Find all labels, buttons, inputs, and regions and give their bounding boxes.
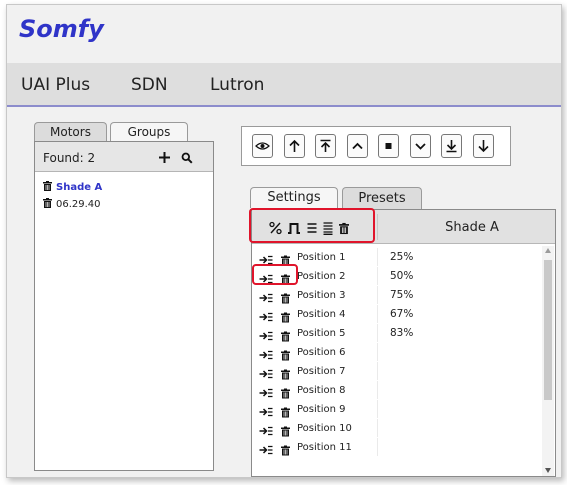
go-to-position-icon[interactable] — [259, 441, 273, 460]
column-divider — [377, 362, 378, 380]
position-name: Position 6 — [297, 347, 346, 358]
column-divider — [377, 305, 378, 323]
column-divider — [377, 438, 378, 456]
column-divider — [377, 400, 378, 418]
jog-up-button[interactable] — [347, 134, 368, 158]
trash-icon[interactable] — [339, 220, 349, 239]
column-divider — [377, 267, 378, 285]
pulse-icon[interactable] — [287, 220, 301, 239]
position-name: Position 5 — [297, 328, 346, 339]
align-icon[interactable] — [323, 220, 333, 239]
header-divider — [377, 214, 378, 240]
up-button[interactable] — [284, 134, 305, 158]
search-icon[interactable] — [181, 149, 193, 168]
tab-motors[interactable]: Motors — [34, 122, 107, 141]
position-value[interactable]: 75% — [390, 289, 413, 301]
eye-button[interactable] — [252, 134, 273, 158]
grid-scrollbar[interactable] — [542, 246, 554, 476]
title-bar: Somfy — [7, 5, 561, 63]
table-row[interactable]: Position 6 — [252, 343, 542, 361]
trash-icon[interactable] — [43, 198, 52, 208]
motor-item-06-29-40[interactable]: 06.29.40 — [43, 198, 101, 210]
nav-sdn[interactable]: SDN — [131, 75, 168, 95]
trash-icon[interactable] — [281, 441, 290, 460]
position-value[interactable]: 83% — [390, 327, 413, 339]
up-to-top-button[interactable] — [315, 134, 336, 158]
main-nav: UAI Plus SDN Lutron — [7, 63, 561, 107]
table-row[interactable]: Position 3 75% — [252, 286, 542, 304]
position-name: Position 3 — [297, 290, 346, 301]
found-bar: Found: 2 — [35, 142, 213, 172]
down-button[interactable] — [473, 134, 494, 158]
grid-header-title: Shade A — [445, 220, 499, 235]
position-name: Position 2 — [297, 271, 346, 282]
nav-uai-plus[interactable]: UAI Plus — [21, 75, 90, 95]
table-row[interactable]: Position 1 25% — [252, 248, 542, 266]
column-divider — [377, 419, 378, 437]
table-row[interactable]: Position 11 — [252, 438, 542, 456]
position-name: Position 11 — [297, 442, 352, 453]
column-divider — [377, 248, 378, 266]
table-row[interactable]: Position 7 — [252, 362, 542, 380]
tab-presets[interactable]: Presets — [342, 187, 422, 209]
position-value[interactable]: 50% — [390, 270, 413, 282]
position-value[interactable]: 67% — [390, 308, 413, 320]
arrow-up-icon — [289, 139, 300, 152]
brand-logo: Somfy — [19, 15, 104, 43]
nav-lutron[interactable]: Lutron — [210, 75, 264, 95]
table-row[interactable]: Position 8 — [252, 381, 542, 399]
motor-item-shade-a[interactable]: Shade A — [43, 181, 102, 193]
tab-groups[interactable]: Groups — [110, 122, 188, 141]
table-row[interactable]: Position 9 — [252, 400, 542, 418]
motor-control-toolbar — [241, 126, 511, 166]
column-divider — [377, 381, 378, 399]
position-name: Position 1 — [297, 252, 346, 263]
table-row[interactable]: Position 2 50% — [252, 267, 542, 285]
tab-settings[interactable]: Settings — [250, 187, 338, 208]
arrow-to-top-icon — [320, 139, 331, 152]
stop-icon — [385, 143, 392, 149]
arrow-to-bottom-icon — [446, 140, 457, 153]
app-window: Somfy UAI Plus SDN Lutron Motors Groups … — [6, 4, 562, 478]
chevron-down-icon — [415, 143, 426, 150]
motor-label: 06.29.40 — [56, 199, 101, 210]
table-row[interactable]: Position 10 — [252, 419, 542, 437]
grid-header: Shade A — [252, 210, 555, 244]
motor-label: Shade A — [56, 182, 103, 193]
table-row[interactable]: Position 5 83% — [252, 324, 542, 342]
jog-down-button[interactable] — [410, 134, 431, 158]
stop-button[interactable] — [378, 134, 399, 158]
table-row[interactable]: Position 4 67% — [252, 305, 542, 323]
chevron-up-icon — [352, 142, 363, 150]
found-count: Found: 2 — [43, 151, 96, 165]
position-name: Position 7 — [297, 366, 346, 377]
motor-list-panel: Found: 2 Shade A 06.29.40 — [34, 141, 214, 471]
column-divider — [377, 324, 378, 342]
presets-grid: Shade A Position 1 25% Position 2 50% Positi… — [251, 209, 556, 477]
scrollbar-thumb[interactable] — [544, 260, 552, 400]
position-name: Position 9 — [297, 404, 346, 415]
trash-icon[interactable] — [43, 181, 52, 191]
arrow-down-icon — [478, 140, 489, 153]
list-icon[interactable] — [307, 220, 317, 239]
plus-icon[interactable] — [158, 149, 171, 168]
percent-icon[interactable] — [269, 220, 282, 239]
position-name: Position 4 — [297, 309, 346, 320]
position-value[interactable]: 25% — [390, 251, 413, 263]
eye-icon — [255, 142, 270, 150]
position-name: Position 10 — [297, 423, 352, 434]
column-divider — [377, 286, 378, 304]
column-divider — [377, 343, 378, 361]
position-name: Position 8 — [297, 385, 346, 396]
down-to-bottom-button[interactable] — [441, 134, 462, 158]
